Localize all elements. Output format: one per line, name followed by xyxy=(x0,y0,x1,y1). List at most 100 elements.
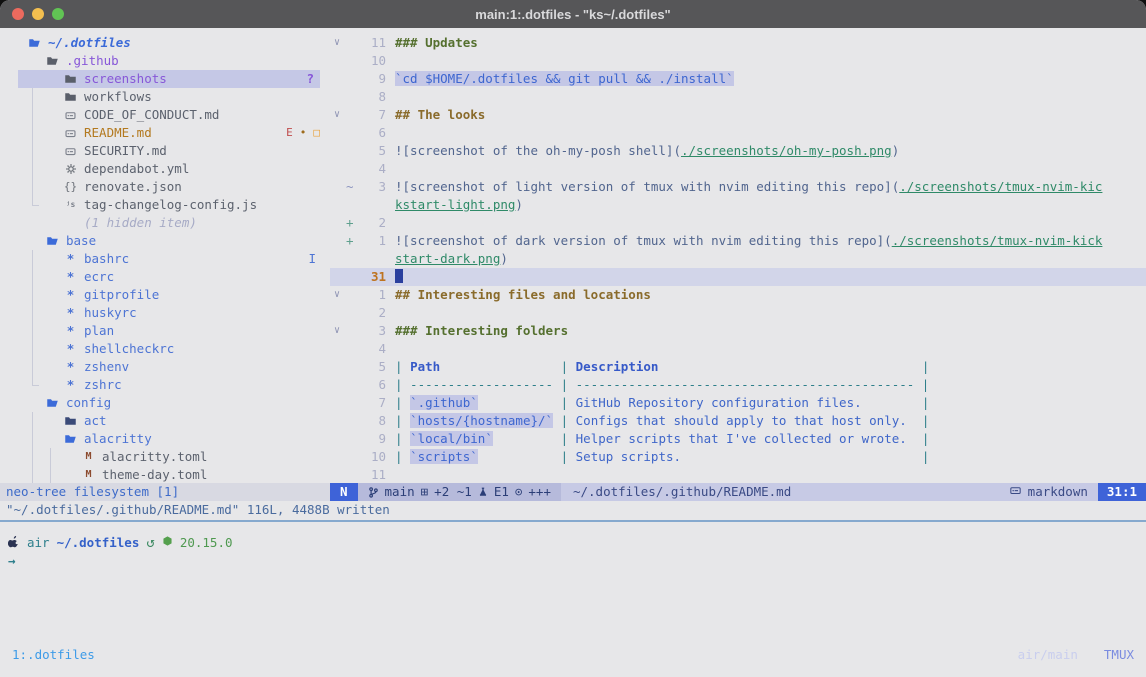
tree-item-1-hidden-item[interactable]: (1 hidden item) xyxy=(0,214,330,232)
tree-item-zshrc[interactable]: *zshrc xyxy=(0,376,330,394)
statusline: N main ⊞ +2 ~1 E1 ⊙ +++ ~/.dotfiles/.git… xyxy=(330,483,1146,501)
editor-line[interactable]: +1![screenshot of dark version of tmux w… xyxy=(330,232,1146,250)
folder-icon xyxy=(62,415,79,427)
filetype-label: markdown xyxy=(1028,483,1088,501)
tree-item-label: alacritty.toml xyxy=(102,448,207,466)
editor-line[interactable]: ∨1## Interesting files and locations xyxy=(330,286,1146,304)
indent-guide xyxy=(32,358,33,376)
editor-line[interactable]: 11 xyxy=(330,466,1146,483)
line-number: 8 xyxy=(358,88,386,106)
indent-guide xyxy=(50,466,51,483)
tree-item-ecrc[interactable]: *ecrc xyxy=(0,268,330,286)
tree-item-alacritty[interactable]: alacritty xyxy=(0,430,330,448)
question-badge: ? xyxy=(306,70,314,88)
zoom-button[interactable] xyxy=(52,8,64,20)
tree-item-github[interactable]: .github xyxy=(0,52,330,70)
line-number: 10 xyxy=(358,52,386,70)
neotree-statusline: neo-tree filesystem [1] xyxy=(0,483,330,501)
prompt-arrow[interactable]: → xyxy=(8,552,1146,570)
git-sign: + xyxy=(344,232,358,250)
editor-line[interactable]: 4 xyxy=(330,340,1146,358)
minimize-button[interactable] xyxy=(32,8,44,20)
tree-item-code-of-conduct-md[interactable]: CODE_OF_CONDUCT.md xyxy=(0,106,330,124)
editor-line[interactable]: 6 xyxy=(330,124,1146,142)
editor-line[interactable]: 8| `hosts/{hostname}/` | Configs that sh… xyxy=(330,412,1146,430)
tree-item-shellcheckrc[interactable]: *shellcheckrc xyxy=(0,340,330,358)
fold-chevron-icon[interactable]: ∨ xyxy=(330,106,344,124)
tree-item-theme-day-toml[interactable]: Mtheme-day.toml xyxy=(0,466,330,483)
editor-line[interactable]: ~3![screenshot of light version of tmux … xyxy=(330,178,1146,196)
editor-line[interactable]: 4 xyxy=(330,160,1146,178)
gear-icon xyxy=(62,163,79,175)
titlebar[interactable]: main:1:.dotfiles - "ks~/.dotfiles" xyxy=(0,0,1146,28)
folder-open-icon xyxy=(44,55,61,67)
editor-line[interactable]: 10 xyxy=(330,52,1146,70)
statusline-extra: +++ xyxy=(528,483,551,501)
editor-line[interactable]: ∨7## The looks xyxy=(330,106,1146,124)
indent-guide xyxy=(32,250,33,268)
tree-item-label: .github xyxy=(66,52,119,70)
tree-item-alacritty-toml[interactable]: Malacritty.toml xyxy=(0,448,330,466)
editor-line[interactable]: ∨3### Interesting folders xyxy=(330,322,1146,340)
fold-chevron-icon[interactable]: ∨ xyxy=(330,34,344,52)
tree-item-label: workflows xyxy=(84,88,152,106)
editor-buffer[interactable]: ∨11### Updates109`cd $HOME/.dotfiles && … xyxy=(330,28,1146,483)
editor-cursor-line[interactable]: 31 xyxy=(330,268,1146,286)
tree-item-huskyrc[interactable]: *huskyrc xyxy=(0,304,330,322)
tree-item-base[interactable]: base xyxy=(0,232,330,250)
line-number: 4 xyxy=(358,160,386,178)
editor-line[interactable]: 8 xyxy=(330,88,1146,106)
tree-item-bashrc[interactable]: *bashrcI xyxy=(0,250,330,268)
tree-item-config[interactable]: config xyxy=(0,394,330,412)
editor-line[interactable]: 2 xyxy=(330,304,1146,322)
tree-item-dependabot-yml[interactable]: dependabot.yml xyxy=(0,160,330,178)
diff-icon: ⊞ xyxy=(421,483,429,501)
editor-line[interactable]: 9| `local/bin` | Helper scripts that I'v… xyxy=(330,430,1146,448)
fold-chevron-icon[interactable]: ∨ xyxy=(330,286,344,304)
indent-guide xyxy=(32,160,33,178)
star-icon: * xyxy=(62,376,79,394)
editor-line[interactable]: 6| ------------------- | ---------------… xyxy=(330,376,1146,394)
editor-line[interactable]: ∨11### Updates xyxy=(330,34,1146,52)
shell-pane[interactable]: air ~/.dotfiles ↺ 20.15.0 → xyxy=(0,522,1146,644)
editor-line[interactable]: +2 xyxy=(330,214,1146,232)
tree-item-gitprofile[interactable]: *gitprofile xyxy=(0,286,330,304)
file-icon xyxy=(62,110,79,121)
tree-item-label: SECURITY.md xyxy=(84,142,167,160)
star-icon: * xyxy=(62,286,79,304)
editor-line[interactable]: 5| Path | Description | xyxy=(330,358,1146,376)
tree-item-label: huskyrc xyxy=(84,304,137,322)
node-version: 20.15.0 xyxy=(180,534,233,552)
git-branch-icon xyxy=(368,486,379,499)
editor-line[interactable]: 5![screenshot of the oh-my-posh shell](.… xyxy=(330,142,1146,160)
tree-item-zshenv[interactable]: *zshenv xyxy=(0,358,330,376)
editor-line[interactable]: kstart-light.png) xyxy=(330,196,1146,214)
close-button[interactable] xyxy=(12,8,24,20)
editor-line[interactable]: start-dark.png) xyxy=(330,250,1146,268)
tree-item-act[interactable]: act xyxy=(0,412,330,430)
editor-line[interactable]: 10| `scripts` | Setup scripts. | xyxy=(330,448,1146,466)
statusline-git-section: main ⊞ +2 ~1 E1 ⊙ +++ xyxy=(358,483,561,501)
node-icon xyxy=(162,534,173,552)
indent-guide xyxy=(32,430,33,448)
git-status-icon: ↺ xyxy=(146,534,154,552)
tree-item-workflows[interactable]: workflows xyxy=(0,88,330,106)
tree-item-readme-md[interactable]: README.mdE•□ xyxy=(0,124,330,142)
star-icon: * xyxy=(62,322,79,340)
tree-item-dotfiles[interactable]: ~/.dotfiles xyxy=(0,34,330,52)
tree-item-security-md[interactable]: SECURITY.md xyxy=(0,142,330,160)
editor-line[interactable]: 7| `.github` | GitHub Repository configu… xyxy=(330,394,1146,412)
tmux-statusbar: 1:.dotfiles air/main TMUX xyxy=(0,646,1146,664)
editor-line[interactable]: 9`cd $HOME/.dotfiles && git pull && ./in… xyxy=(330,70,1146,88)
tmux-window-tab[interactable]: 1:.dotfiles xyxy=(12,646,95,664)
tree-item-label: zshenv xyxy=(84,358,129,376)
git-changes: +2 ~1 xyxy=(434,483,472,501)
tree-item-renovate-json[interactable]: {}renovate.json xyxy=(0,178,330,196)
tree-item-plan[interactable]: * plan xyxy=(0,322,330,340)
clock-icon: ⊙ xyxy=(515,483,523,501)
tree-item-label: plan xyxy=(84,322,114,340)
tree-item-tag-changelog-config-js[interactable]: ʲstag-changelog-config.js xyxy=(0,196,330,214)
fold-chevron-icon[interactable]: ∨ xyxy=(330,322,344,340)
tree-item-screenshots[interactable]: screenshots? xyxy=(0,70,330,88)
line-number: 6 xyxy=(358,124,386,142)
